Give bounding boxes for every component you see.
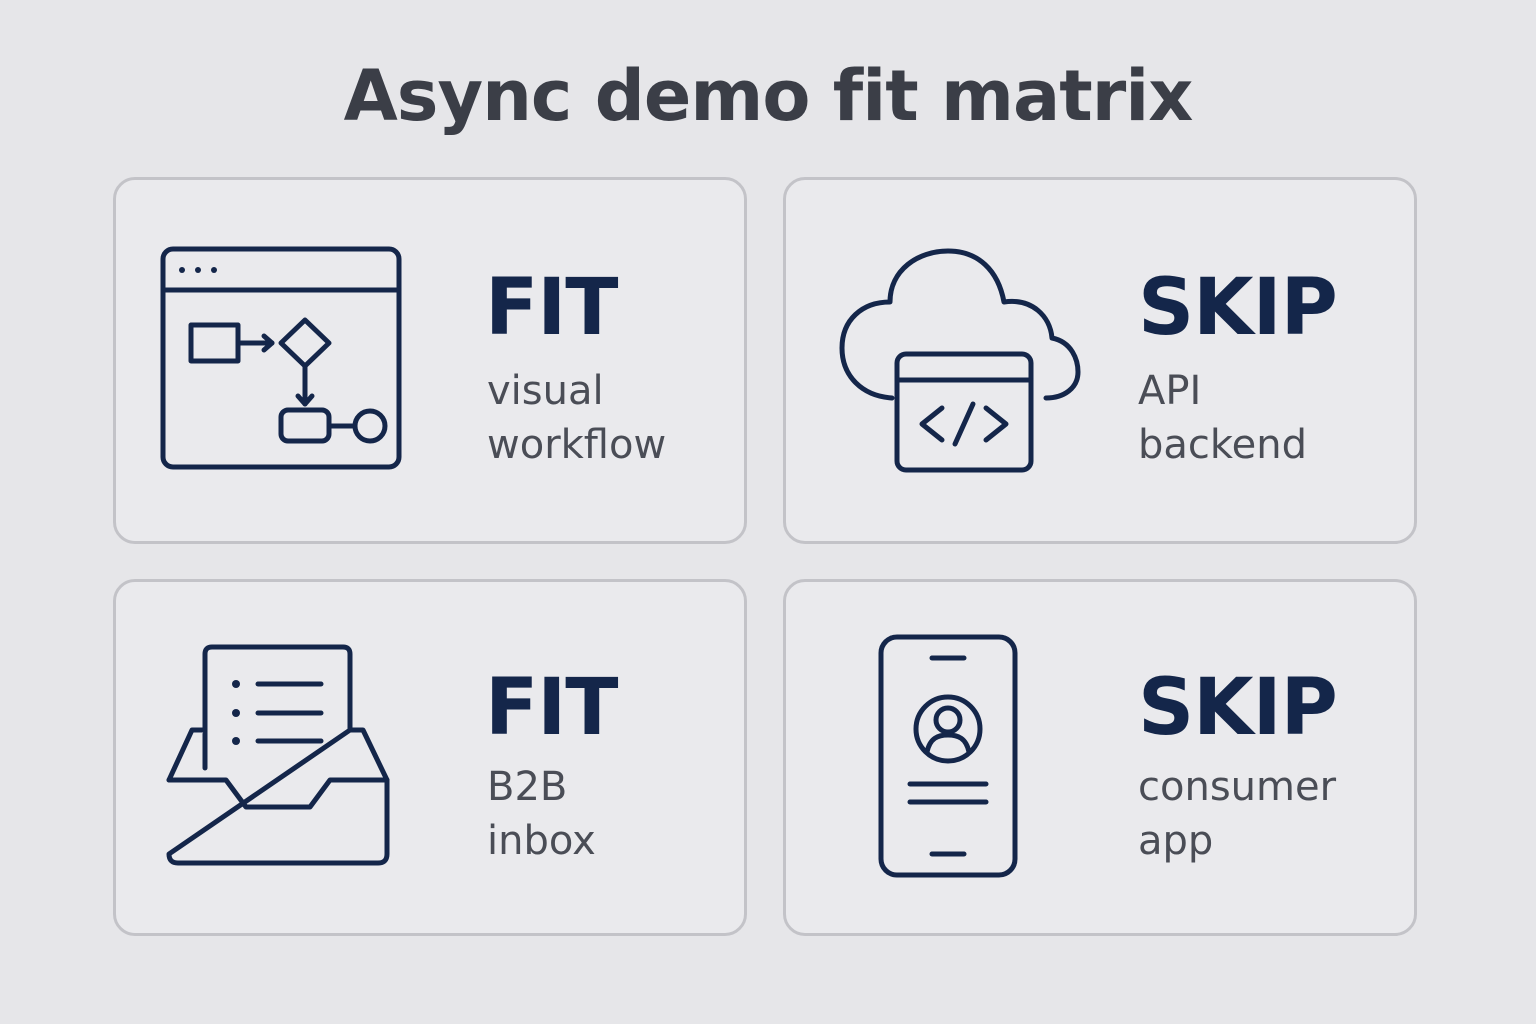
use-case-description: API backend bbox=[1138, 364, 1307, 472]
matrix-card-visual-workflow: FIT visual workflow bbox=[113, 177, 747, 544]
description-line: inbox bbox=[487, 818, 596, 864]
description-line: API bbox=[1138, 368, 1202, 414]
workflow-window-icon bbox=[160, 246, 404, 472]
matrix-card-b2b-inbox: FIT B2B inbox bbox=[113, 579, 747, 936]
cloud-code-icon bbox=[839, 248, 1081, 474]
verdict-label: FIT bbox=[485, 263, 619, 353]
use-case-description: visual workflow bbox=[487, 364, 666, 472]
use-case-description: B2B inbox bbox=[487, 760, 596, 868]
matrix-card-consumer-app: SKIP consumer app bbox=[783, 579, 1417, 936]
use-case-description: consumer app bbox=[1138, 760, 1336, 868]
mobile-profile-icon bbox=[878, 634, 1018, 878]
page-title: Async demo fit matrix bbox=[343, 55, 1194, 137]
verdict-label: SKIP bbox=[1138, 663, 1338, 753]
description-line: B2B bbox=[487, 764, 568, 810]
description-line: visual bbox=[487, 368, 604, 414]
matrix-card-api-backend: SKIP API backend bbox=[783, 177, 1417, 544]
description-line: consumer bbox=[1138, 764, 1337, 810]
verdict-label: FIT bbox=[485, 663, 619, 753]
verdict-label: SKIP bbox=[1138, 263, 1338, 353]
description-line: backend bbox=[1138, 422, 1307, 468]
description-line: app bbox=[1138, 818, 1214, 864]
description-line: workflow bbox=[487, 422, 667, 468]
inbox-tray-icon bbox=[166, 644, 392, 866]
